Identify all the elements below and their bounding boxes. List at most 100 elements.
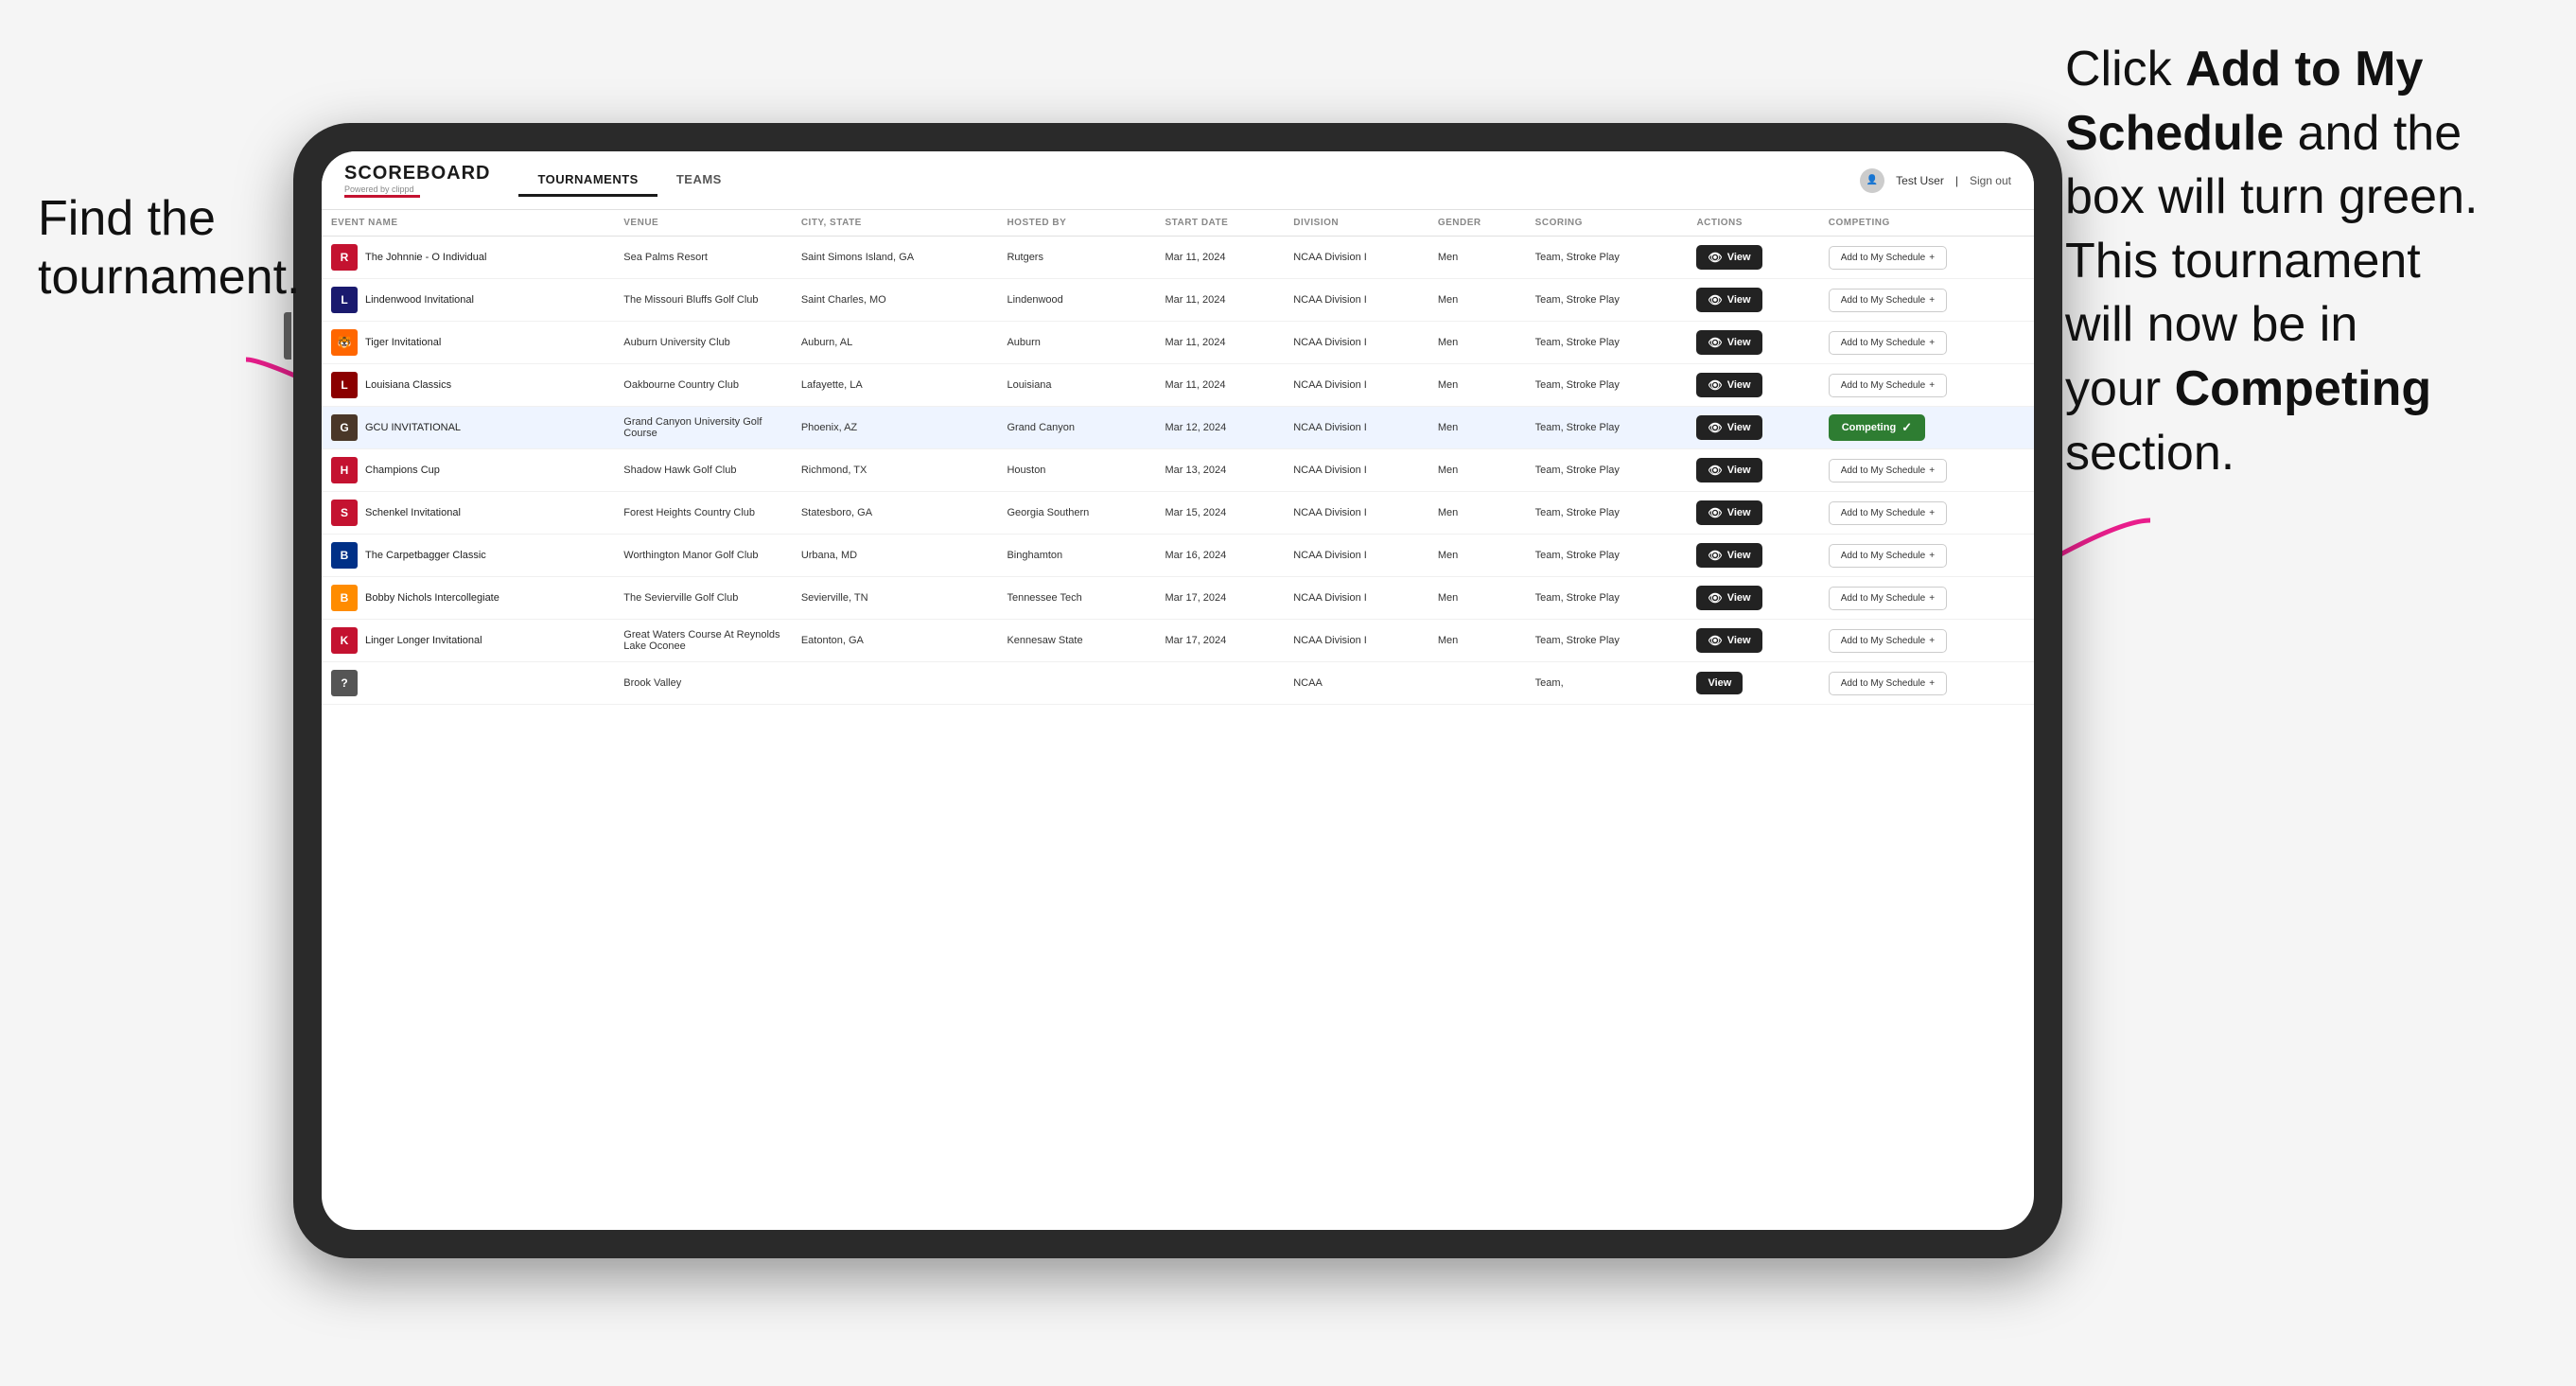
actions-cell: 👁 View <box>1687 535 1818 577</box>
actions-cell: 👁 View <box>1687 237 1818 279</box>
competing-button[interactable]: Competing ✓ <box>1829 414 1925 441</box>
logo-text: SCOREBOARD <box>344 163 490 184</box>
add-schedule-button[interactable]: Add to My Schedule + <box>1829 587 1947 610</box>
view-button[interactable]: 👁 View <box>1696 288 1761 312</box>
eye-icon: 👁 <box>1708 421 1722 434</box>
plus-icon: + <box>1929 508 1935 518</box>
view-button[interactable]: 👁 View <box>1696 543 1761 568</box>
division-cell: NCAA Division I <box>1284 322 1428 364</box>
scoring-cell: Team, Stroke Play <box>1526 279 1688 322</box>
start-date-cell: Mar 17, 2024 <box>1155 620 1284 662</box>
view-label: View <box>1727 294 1751 306</box>
add-schedule-button[interactable]: Add to My Schedule + <box>1829 374 1947 397</box>
scoring-cell: Team, Stroke Play <box>1526 322 1688 364</box>
team-logo: 🐯 <box>331 329 358 356</box>
table-row: L Louisiana Classics Oakbourne Country C… <box>322 364 2034 407</box>
hosted-by-cell: Houston <box>997 449 1155 492</box>
team-logo: L <box>331 372 358 398</box>
competing-cell: Add to My Schedule + <box>1819 492 2034 535</box>
team-logo: L <box>331 287 358 313</box>
hosted-by-cell: Kennesaw State <box>997 620 1155 662</box>
plus-icon: + <box>1929 678 1935 689</box>
gender-cell: Men <box>1428 279 1526 322</box>
event-name-text: Champions Cup <box>365 465 440 476</box>
col-division: DIVISION <box>1284 210 1428 237</box>
city-cell: Urbana, MD <box>792 535 998 577</box>
view-button[interactable]: 👁 View <box>1696 245 1761 270</box>
actions-cell: 👁 View <box>1687 364 1818 407</box>
eye-icon: 👁 <box>1708 336 1722 349</box>
annotation-left: Find the tournament. <box>38 189 301 307</box>
competing-cell: Add to My Schedule + <box>1819 577 2034 620</box>
table-container: EVENT NAME VENUE CITY, STATE HOSTED BY S… <box>322 210 2034 1230</box>
add-schedule-button[interactable]: Add to My Schedule + <box>1829 246 1947 270</box>
col-venue: VENUE <box>614 210 792 237</box>
table-row: K Linger Longer Invitational Great Water… <box>322 620 2034 662</box>
view-button[interactable]: 👁 View <box>1696 330 1761 355</box>
add-schedule-button[interactable]: Add to My Schedule + <box>1829 672 1947 695</box>
col-gender: GENDER <box>1428 210 1526 237</box>
actions-cell: 👁 View <box>1687 449 1818 492</box>
venue-cell: Oakbourne Country Club <box>614 364 792 407</box>
add-schedule-button[interactable]: Add to My Schedule + <box>1829 289 1947 312</box>
sign-out-link[interactable]: Sign out <box>1970 174 2011 187</box>
table-row: B The Carpetbagger Classic Worthington M… <box>322 535 2034 577</box>
view-button[interactable]: 👁 View <box>1696 586 1761 610</box>
hosted-by-cell: Grand Canyon <box>997 407 1155 449</box>
add-schedule-label: Add to My Schedule <box>1841 593 1926 604</box>
view-label: View <box>1727 635 1751 646</box>
gender-cell: Men <box>1428 237 1526 279</box>
view-button[interactable]: View <box>1696 672 1743 694</box>
team-logo: K <box>331 627 358 654</box>
tab-tournaments[interactable]: TOURNAMENTS <box>518 165 657 197</box>
event-name-cell: 🐯 Tiger Invitational <box>331 329 605 356</box>
eye-icon: 👁 <box>1708 549 1722 562</box>
add-schedule-button[interactable]: Add to My Schedule + <box>1829 629 1947 653</box>
division-cell: NCAA <box>1284 662 1428 705</box>
city-cell: Statesboro, GA <box>792 492 998 535</box>
add-schedule-button[interactable]: Add to My Schedule + <box>1829 501 1947 525</box>
plus-icon: + <box>1929 636 1935 646</box>
add-schedule-label: Add to My Schedule <box>1841 465 1926 476</box>
event-name-cell: S Schenkel Invitational <box>331 500 605 526</box>
city-cell <box>792 662 998 705</box>
eye-icon: 👁 <box>1708 293 1722 307</box>
add-schedule-button[interactable]: Add to My Schedule + <box>1829 544 1947 568</box>
competing-cell: Add to My Schedule + <box>1819 620 2034 662</box>
table-row: L Lindenwood Invitational The Missouri B… <box>322 279 2034 322</box>
event-name-cell: H Champions Cup <box>331 457 605 483</box>
actions-cell: 👁 View <box>1687 620 1818 662</box>
venue-cell: Brook Valley <box>614 662 792 705</box>
view-label: View <box>1727 252 1751 263</box>
start-date-cell: Mar 16, 2024 <box>1155 535 1284 577</box>
view-label: View <box>1727 592 1751 604</box>
table-row: B Bobby Nichols Intercollegiate The Sevi… <box>322 577 2034 620</box>
event-name-text: Linger Longer Invitational <box>365 635 482 646</box>
plus-icon: + <box>1929 338 1935 348</box>
city-cell: Auburn, AL <box>792 322 998 364</box>
city-cell: Saint Charles, MO <box>792 279 998 322</box>
view-button[interactable]: 👁 View <box>1696 458 1761 482</box>
view-button[interactable]: 👁 View <box>1696 500 1761 525</box>
eye-icon: 👁 <box>1708 634 1722 647</box>
team-logo: B <box>331 585 358 611</box>
venue-cell: Sea Palms Resort <box>614 237 792 279</box>
gender-cell: Men <box>1428 449 1526 492</box>
tab-teams[interactable]: TEAMS <box>657 165 741 197</box>
start-date-cell <box>1155 662 1284 705</box>
gender-cell: Men <box>1428 407 1526 449</box>
logo-sub: Powered by clippd <box>344 184 490 194</box>
division-cell: NCAA Division I <box>1284 577 1428 620</box>
add-schedule-button[interactable]: Add to My Schedule + <box>1829 459 1947 482</box>
add-schedule-label: Add to My Schedule <box>1841 295 1926 306</box>
add-schedule-button[interactable]: Add to My Schedule + <box>1829 331 1947 355</box>
view-button[interactable]: 👁 View <box>1696 373 1761 397</box>
header-right: 👤 Test User | Sign out <box>1860 168 2011 193</box>
table-row: ? Brook ValleyNCAATeam, View Add to My S… <box>322 662 2034 705</box>
gender-cell: Men <box>1428 577 1526 620</box>
eye-icon: 👁 <box>1708 591 1722 605</box>
view-button[interactable]: 👁 View <box>1696 628 1761 653</box>
plus-icon: + <box>1929 253 1935 263</box>
logo-area: SCOREBOARD Powered by clippd <box>344 163 490 198</box>
view-button[interactable]: 👁 View <box>1696 415 1761 440</box>
